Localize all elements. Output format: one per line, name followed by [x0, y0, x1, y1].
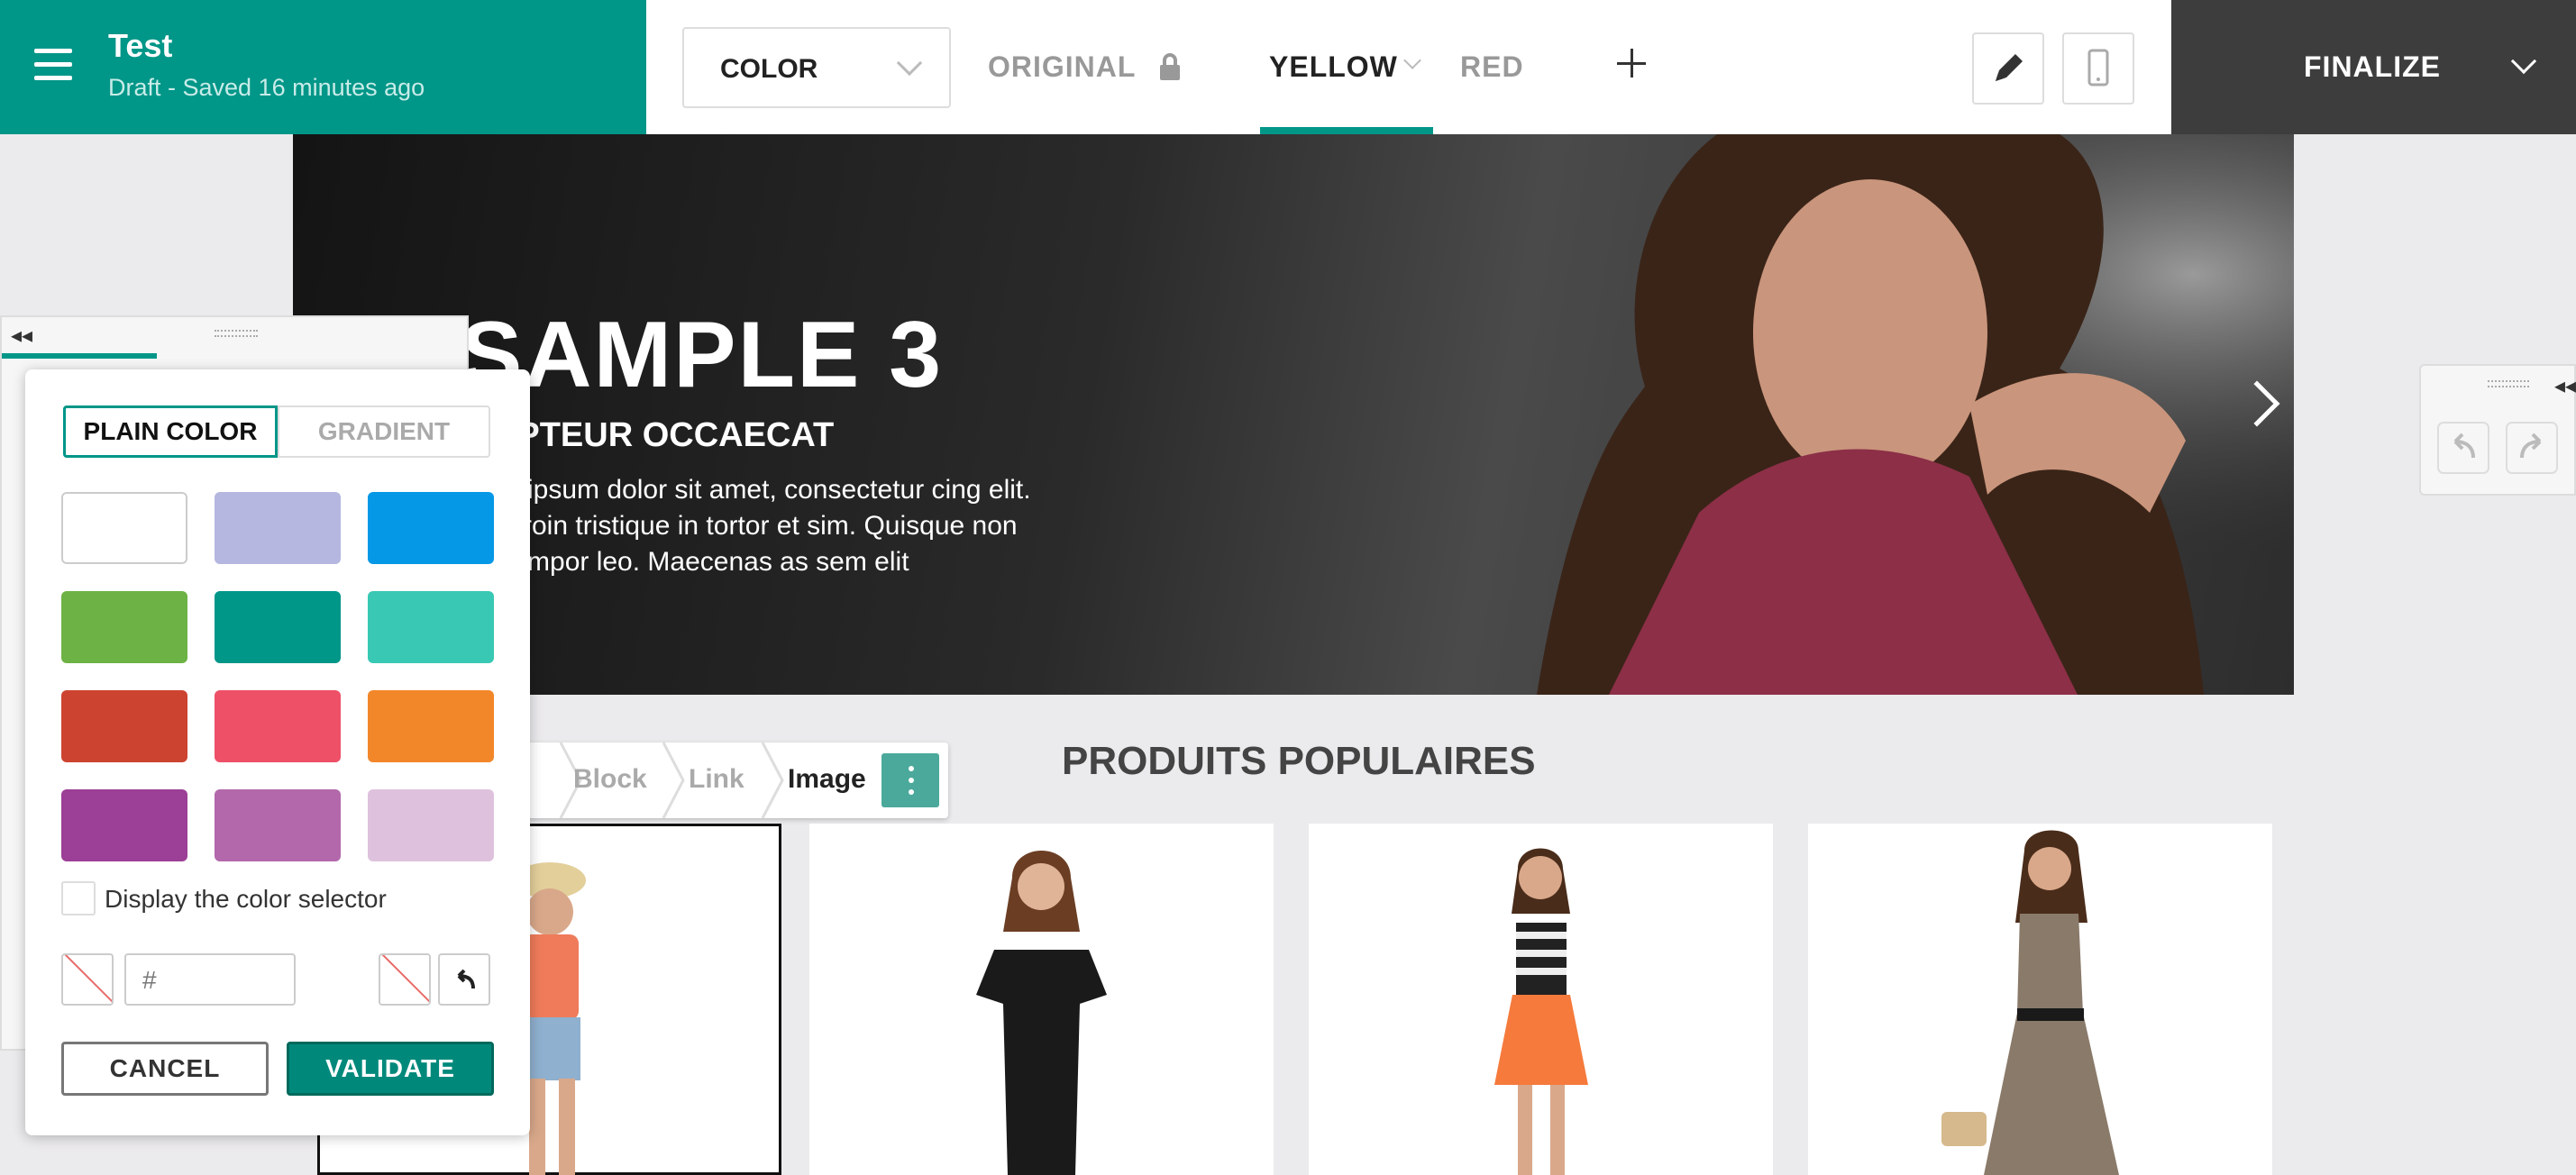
redo-icon[interactable] [2506, 422, 2558, 474]
reset-color-button[interactable] [438, 953, 490, 1006]
mode-select[interactable]: COLOR [682, 27, 951, 108]
color-picker-popup: PLAIN COLOR GRADIENT Display the color s… [25, 369, 530, 1135]
undo-icon [457, 969, 475, 989]
display-color-selector-checkbox[interactable] [61, 881, 96, 915]
color-swatch[interactable] [61, 690, 187, 762]
cancel-button[interactable]: CANCEL [61, 1042, 269, 1096]
active-tab-indicator [1260, 127, 1433, 134]
no-color-icon[interactable] [61, 953, 114, 1006]
add-variant-icon[interactable] [1615, 47, 1648, 79]
more-options-icon[interactable] [882, 753, 939, 807]
collapse-right-icon[interactable]: ◂◂ [2554, 373, 2576, 399]
display-color-selector-label: Display the color selector [105, 885, 387, 913]
collapse-left-icon[interactable]: ◂◂ [11, 323, 32, 349]
hero-subtitle[interactable]: EPTEUR OCCAECAT [494, 416, 834, 455]
tab-yellow[interactable]: YELLOW [1269, 50, 1398, 84]
product-card[interactable] [809, 824, 1274, 1175]
chevron-down-icon [896, 50, 923, 77]
section-title[interactable]: PRODUITS POPULAIRES [1062, 739, 1536, 784]
product-image [1494, 848, 1588, 1175]
gradient-tab[interactable]: GRADIENT [278, 405, 490, 458]
color-swatch[interactable] [61, 789, 187, 861]
color-swatch[interactable] [215, 492, 341, 564]
lock-icon [1160, 53, 1180, 80]
color-swatch[interactable] [61, 492, 187, 564]
drag-handle[interactable] [2488, 380, 2529, 387]
mobile-preview-button[interactable] [2062, 32, 2134, 105]
mode-select-value: COLOR [720, 54, 818, 84]
tab-red[interactable]: RED [1460, 50, 1524, 84]
color-swatch[interactable] [215, 789, 341, 861]
validate-button[interactable]: VALIDATE [287, 1042, 494, 1096]
hero-text[interactable]: n ipsum dolor sit amet, consectetur cing… [505, 472, 1055, 580]
breadcrumb-separator [761, 742, 784, 818]
product-image [976, 851, 1107, 1175]
edit-button[interactable] [1972, 32, 2044, 105]
menu-icon[interactable] [34, 49, 72, 81]
hero-title[interactable]: SAMPLE 3 [460, 302, 943, 409]
color-swatch[interactable] [215, 591, 341, 663]
color-swatch[interactable] [61, 591, 187, 663]
breadcrumb-item-link[interactable]: Link [689, 764, 744, 795]
color-swatch[interactable] [215, 690, 341, 762]
hero-banner[interactable] [293, 134, 2294, 695]
drag-handle[interactable] [215, 330, 258, 337]
color-swatch[interactable] [368, 591, 494, 663]
plain-color-tab[interactable]: PLAIN COLOR [63, 405, 278, 458]
panel-active-tab [2, 353, 157, 359]
hero-model-image [1284, 134, 2294, 695]
product-card[interactable] [1309, 824, 1773, 1175]
finalize-button[interactable]: FINALIZE [2304, 50, 2441, 84]
breadcrumb-current: Image [788, 764, 866, 794]
undo-icon[interactable] [2437, 422, 2489, 474]
breadcrumb-item-block[interactable]: Block [573, 764, 647, 795]
tab-original[interactable]: ORIGINAL [988, 50, 1136, 84]
color-swatch[interactable] [368, 492, 494, 564]
app-header: Test Draft - Saved 16 minutes ago [0, 0, 646, 134]
hex-input[interactable]: # [124, 953, 296, 1006]
right-side-panel: ◂◂ [2419, 364, 2576, 496]
document-title: Test [108, 27, 173, 64]
pencil-icon [1996, 54, 2023, 81]
breadcrumb-separator [662, 742, 685, 818]
product-image [1941, 830, 2119, 1175]
color-swatch[interactable] [368, 690, 494, 762]
save-status: Draft - Saved 16 minutes ago [108, 74, 425, 101]
mobile-icon [2087, 49, 2109, 87]
product-card[interactable] [1808, 824, 2272, 1175]
no-color-icon[interactable] [379, 953, 431, 1006]
color-swatch[interactable] [368, 789, 494, 861]
